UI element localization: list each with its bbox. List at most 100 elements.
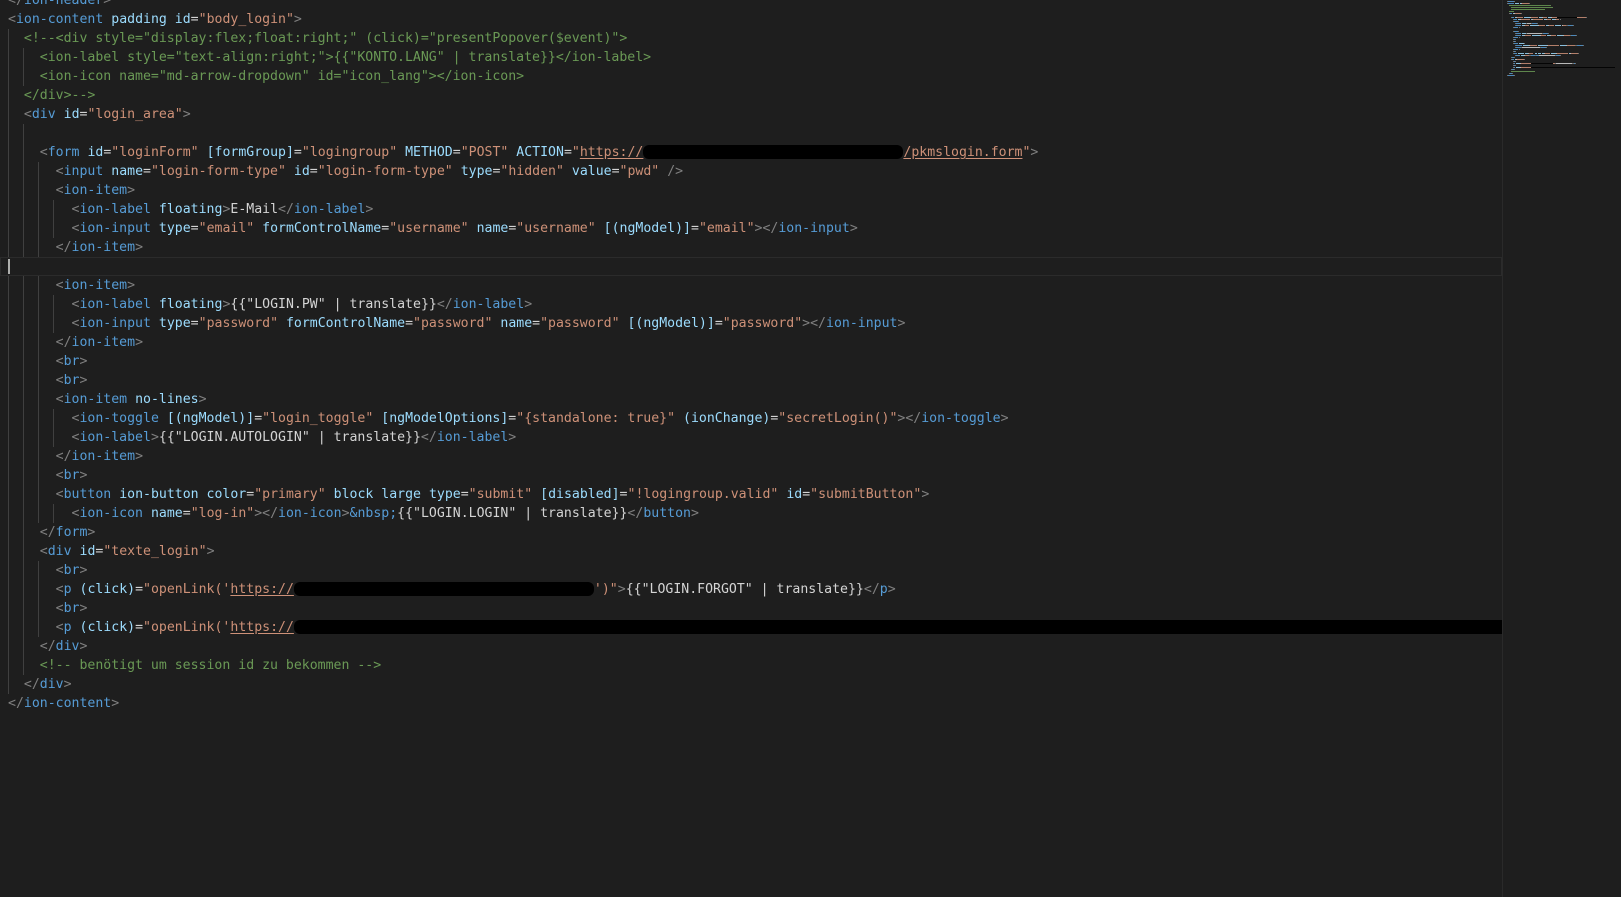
code-line[interactable]: <!-- benötigt um session id zu bekommen … [8,656,1498,675]
code-line[interactable]: <br> [8,599,1498,618]
code-line[interactable]: <ion-label style="text-align:right;">{{"… [8,48,1498,67]
code-line[interactable] [0,257,1502,276]
indent-guide [8,561,9,580]
code-line[interactable]: </ion-item> [8,238,1498,257]
minimap-stroke [1531,63,1554,64]
minimap-stroke [1557,17,1577,18]
code-token-el: ion-input [79,316,151,331]
code-editor[interactable]: </ion-header> <ion-content padding id="bo… [0,0,1502,897]
minimap-stroke [1548,45,1560,46]
code-line[interactable]: <ion-icon name="log-in"></ion-icon>&nbsp… [8,504,1498,523]
indent-guide [8,409,9,428]
vertical-scrollbar[interactable] [1616,0,1621,897]
indent-guide [8,29,9,48]
code-token-el: input [63,164,104,179]
code-line[interactable]: </ion-item> [8,447,1498,466]
code-token-attr: formControlName [262,221,382,236]
indent-guide [37,295,39,314]
code-token-el: div [47,544,72,559]
indent-guide [22,219,24,238]
code-line[interactable]: <ion-content padding id="body_login"> [8,10,1498,29]
code-token-el: div [55,639,80,654]
minimap-stroke [1521,47,1541,48]
code-token-attr: padding [111,12,167,27]
code-token-el: ion-input [778,221,850,236]
code-line[interactable]: <p (click)="openLink('https://')">{{"LOG… [8,580,1498,599]
indent-guide [22,580,24,599]
code-token-url: https:// [230,582,294,597]
code-token-tag: > [1000,411,1009,426]
code-line[interactable]: <ion-item> [8,276,1498,295]
code-token-tag: > [617,582,626,597]
code-token-tag: ></ [754,221,779,236]
code-line[interactable]: </ion-item> [8,333,1498,352]
code-line[interactable]: <button ion-button color="primary" block… [8,485,1498,504]
code-line[interactable]: <ion-input type="email" formControlName=… [8,219,1498,238]
code-token-str: "loginForm" [111,145,199,160]
code-line[interactable]: <br> [8,466,1498,485]
minimap-stroke [1513,1,1515,2]
code-token-tag: </ [8,696,24,711]
indent-guide [22,124,24,143]
code-line[interactable]: <br> [8,352,1498,371]
code-token-attr: [formGroup] [206,145,294,160]
redacted-url [293,620,1502,634]
code-token-attr: formControlName [285,316,406,331]
code-token-attr: [(ngModel)] [166,411,255,426]
minimap-stroke [1513,69,1515,70]
indent-guide [22,162,24,181]
code-line[interactable]: <ion-item> [8,181,1498,200]
code-line[interactable]: </div> [8,675,1498,694]
code-line[interactable]: </form> [8,523,1498,542]
indent-guide [8,181,9,200]
code-line[interactable]: <p (click)="openLink('https:// [8,618,1502,637]
indent-guide [8,675,9,694]
code-line[interactable]: <ion-toggle [(ngModel)]="login_toggle" [… [8,409,1498,428]
minimap[interactable] [1502,0,1621,897]
code-lines[interactable]: </ion-header> <ion-content padding id="bo… [0,0,1502,713]
code-line[interactable]: </div>--> [8,86,1498,105]
code-line[interactable]: <!--<div style="display:flex;float:right… [8,29,1498,48]
code-token-el: div [39,677,64,692]
code-token-tag: > [365,202,374,217]
code-line[interactable]: <ion-label floating>E-Mail</ion-label> [8,200,1498,219]
code-token-el: ion-label [79,202,151,217]
code-line[interactable]: <ion-item no-lines> [8,390,1498,409]
minimap-stroke [1518,31,1520,32]
code-line[interactable]: <ion-input type="password" formControlNa… [8,314,1498,333]
indent-guide [8,219,9,238]
code-token-el: ion-label [79,430,151,445]
code-line[interactable]: <form id="loginForm" [formGroup]="loging… [8,143,1498,162]
code-token-txt: = [309,164,318,179]
code-line[interactable] [8,124,1498,143]
indent-guide [8,618,9,637]
code-token-tag: > [849,221,858,236]
minimap-stroke [1572,25,1574,26]
code-token-attr: ion-button [119,487,199,502]
indent-guide [22,390,24,409]
indent-guide [22,276,24,295]
code-token-tag: > [897,316,906,331]
minimap-stroke [1518,37,1520,38]
code-token-attr: [ngModelOptions] [381,411,509,426]
code-line[interactable]: </ion-content> [8,694,1498,713]
code-line[interactable]: <ion-label floating>{{"LOGIN.PW" | trans… [8,295,1498,314]
code-token-str: "pwd" [619,164,660,179]
code-line[interactable]: </ion-header> [8,0,1498,10]
code-line[interactable]: <div id="login_area"> [8,105,1498,124]
code-line[interactable]: <ion-icon name="md-arrow-dropdown" id="i… [8,67,1498,86]
indent-guide [8,162,9,181]
code-token-str: "{standalone: true}" [516,411,676,426]
code-line[interactable]: <ion-label>{{"LOGIN.AUTOLOGIN" | transla… [8,428,1498,447]
code-line[interactable]: <br> [8,561,1498,580]
code-line[interactable]: </div> [8,637,1498,656]
indent-guide [37,181,39,200]
code-line[interactable]: <br> [8,371,1498,390]
code-token-tag: > [690,506,699,521]
code-line[interactable]: <div id="texte_login"> [8,542,1498,561]
code-line[interactable]: <input name="login-form-type" id="login-… [8,162,1498,181]
code-token-attr: name [111,164,144,179]
code-token-tag: < [55,563,64,578]
